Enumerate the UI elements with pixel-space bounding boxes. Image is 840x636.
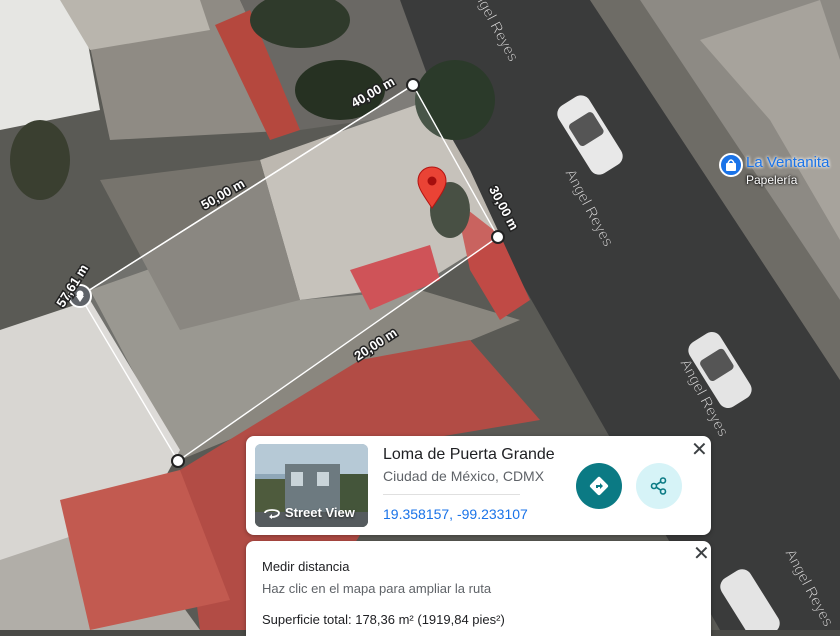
measure-title: Medir distancia — [262, 559, 350, 574]
measure-vertex[interactable] — [491, 230, 505, 244]
place-subtitle: Ciudad de México, CDMX — [383, 468, 545, 484]
close-icon[interactable]: ✕ — [693, 544, 710, 564]
measure-vertex[interactable] — [406, 78, 420, 92]
street-view-thumbnail[interactable]: Street View — [255, 444, 368, 527]
close-icon[interactable]: ✕ — [691, 440, 708, 460]
shopping-bag-icon[interactable] — [719, 153, 743, 177]
share-icon — [650, 477, 667, 495]
poi-name[interactable]: La Ventanita — [746, 154, 829, 171]
divider — [383, 494, 520, 495]
share-button[interactable] — [636, 463, 682, 509]
place-title: Loma de Puerta Grande — [383, 446, 555, 463]
measure-hint: Haz clic en el mapa para ampliar la ruta — [262, 581, 492, 596]
street-view-icon — [264, 508, 280, 519]
directions-button[interactable] — [576, 463, 622, 509]
directions-icon — [589, 476, 609, 496]
total-area: Superficie total: 178,36 m² (1919,84 pie… — [262, 612, 505, 627]
place-card: Street View Loma de Puerta Grande Ciudad… — [246, 436, 711, 535]
street-view-label: Street View — [263, 505, 355, 520]
measure-vertex[interactable] — [171, 454, 185, 468]
satellite-map[interactable]: 40,00 m 50,00 m 30,00 m 20,00 m 57,61 m … — [0, 0, 840, 630]
poi-category: Papelería — [746, 173, 798, 187]
measure-distance-card: Medir distancia Haz clic en el mapa para… — [246, 541, 711, 636]
coordinates-link[interactable]: 19.358157, -99.233107 — [383, 506, 528, 522]
